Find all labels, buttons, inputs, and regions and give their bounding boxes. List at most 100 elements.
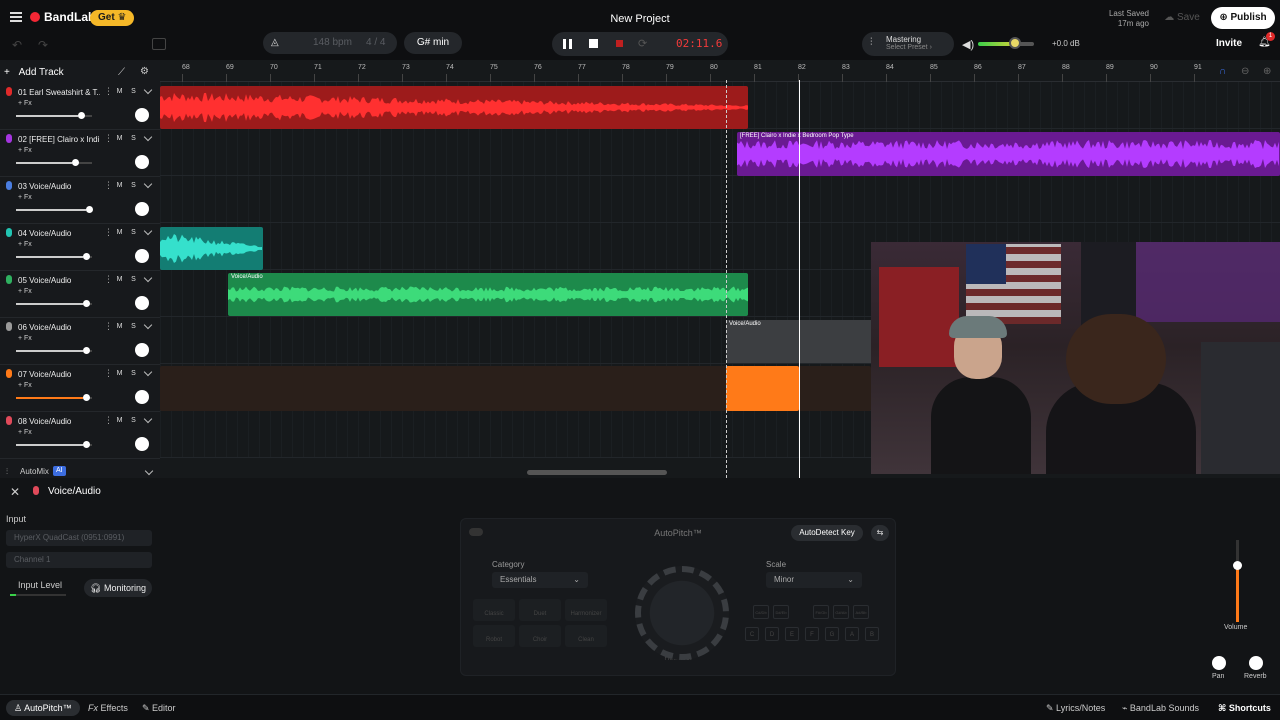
audio-clip-track6[interactable]: Voice/Audio (726, 320, 876, 363)
reverb-knob[interactable] (1249, 656, 1263, 670)
preset-button[interactable]: Harmonizer (565, 599, 607, 621)
audio-clip-track5[interactable]: Voice/Audio (228, 273, 748, 316)
master-volume-slider[interactable] (978, 42, 1034, 46)
pan-knob[interactable] (135, 155, 149, 169)
timeline-ruler[interactable]: 68 69 70 71 72 73 74 75 76 77 78 79 80 81 82 83 84 85 86 87… (160, 60, 1280, 82)
add-fx-button[interactable]: + Fx (18, 147, 32, 154)
wand-icon[interactable]: ⟋ (118, 67, 125, 78)
save-button[interactable]: ☁ Save (1157, 8, 1207, 28)
track-name[interactable]: 02 [FREE] Clairo x Indi... (18, 135, 100, 144)
chevron-down-icon[interactable] (144, 466, 154, 476)
track-header[interactable]: 08 Voice/Audio + Fx ⋮ M S (0, 412, 160, 459)
solo-button[interactable]: S (128, 415, 139, 426)
track-name[interactable]: 04 Voice/Audio (18, 229, 100, 238)
track-name[interactable]: 01 Earl Sweatshirt & T... (18, 88, 100, 97)
chevron-down-icon[interactable] (143, 85, 153, 95)
add-fx-button[interactable]: + Fx (18, 194, 32, 201)
input-device-select[interactable]: HyperX QuadCast (0951:0991) (6, 530, 152, 546)
track-name[interactable]: 03 Voice/Audio (18, 182, 100, 191)
speaker-icon[interactable]: ◀) (962, 38, 974, 51)
preset-button[interactable]: Classic (473, 599, 515, 621)
track-header[interactable]: 02 [FREE] Clairo x Indi... + Fx ⋮ M S (0, 130, 160, 177)
track-volume-knob[interactable] (83, 300, 90, 307)
track-volume-knob[interactable] (72, 159, 79, 166)
pan-knob[interactable] (1212, 656, 1226, 670)
audio-clip-track2[interactable]: [FREE] Clairo x Indie x Bedroom Pop Type (737, 132, 1280, 176)
autodetect-key-button[interactable]: AutoDetect Key (791, 525, 863, 541)
redo-icon[interactable]: ↷ (38, 38, 48, 52)
mute-button[interactable]: M (114, 274, 125, 285)
get-membership-button[interactable]: Get ♛ (90, 10, 135, 26)
chevron-down-icon[interactable] (143, 414, 153, 424)
tab-effects[interactable]: Fx Effects (80, 700, 136, 716)
tab-bandlab-sounds[interactable]: ⌁ BandLab Sounds (1114, 700, 1207, 716)
mute-button[interactable]: M (114, 415, 125, 426)
scale-key-button[interactable]: G (825, 627, 839, 641)
track-volume-knob[interactable] (83, 441, 90, 448)
track-volume-slider[interactable] (16, 444, 92, 446)
scale-key-button[interactable]: D (765, 627, 779, 641)
tab-shortcuts[interactable]: ⌘ Shortcuts (1210, 700, 1279, 716)
preset-button[interactable]: Choir (519, 625, 561, 647)
mute-button[interactable]: M (114, 227, 125, 238)
solo-button[interactable]: S (128, 274, 139, 285)
track-header[interactable]: 06 Voice/Audio + Fx ⋮ M S (0, 318, 160, 365)
mute-button[interactable]: M (114, 133, 125, 144)
tab-autopitch[interactable]: ♙ AutoPitch™ (6, 700, 80, 716)
mute-button[interactable]: M (114, 86, 125, 97)
mute-button[interactable]: M (114, 321, 125, 332)
track-header[interactable]: 05 Voice/Audio + Fx ⋮ M S (0, 271, 160, 318)
chevron-down-icon[interactable] (143, 179, 153, 189)
scale-key-button[interactable]: F#/Gb (813, 605, 829, 619)
pan-knob[interactable] (135, 437, 149, 451)
add-fx-button[interactable]: + Fx (18, 288, 32, 295)
scale-key-button[interactable]: B (865, 627, 879, 641)
scale-select[interactable]: Minor ⌄ (766, 572, 862, 588)
track-header[interactable]: 07 Voice/Audio + Fx ⋮ M S (0, 365, 160, 412)
record-icon[interactable] (613, 37, 627, 51)
solo-button[interactable]: S (128, 86, 139, 97)
scale-key-button[interactable]: F (805, 627, 819, 641)
track-volume-knob[interactable] (83, 394, 90, 401)
chevron-down-icon[interactable] (143, 367, 153, 377)
scale-key-button[interactable]: A#/Bb (853, 605, 869, 619)
mastering-preset[interactable]: ⫶ Mastering Select Preset › (862, 32, 954, 56)
chevron-down-icon[interactable] (143, 226, 153, 236)
preset-button[interactable]: Clean (565, 625, 607, 647)
mute-button[interactable]: M (114, 180, 125, 191)
track-volume-slider[interactable] (16, 303, 92, 305)
add-fx-button[interactable]: + Fx (18, 382, 32, 389)
key-selector[interactable]: G# min (404, 32, 462, 54)
track-name[interactable]: 05 Voice/Audio (18, 276, 100, 285)
track-header[interactable]: 04 Voice/Audio + Fx ⋮ M S (0, 224, 160, 271)
more-options-icon[interactable]: ⋮ (104, 133, 113, 144)
more-options-icon[interactable]: ⋮ (104, 321, 113, 332)
track-volume-knob[interactable] (86, 206, 93, 213)
scale-key-button[interactable]: C (745, 627, 759, 641)
menu-icon[interactable] (10, 12, 22, 22)
pan-knob[interactable] (135, 296, 149, 310)
track-name[interactable]: 06 Voice/Audio (18, 323, 100, 332)
pan-knob[interactable] (135, 202, 149, 216)
track-volume-slider[interactable] (16, 350, 92, 352)
scale-key-button[interactable]: E (785, 627, 799, 641)
more-options-icon[interactable]: ⋮ (104, 227, 113, 238)
track-volume-knob[interactable] (83, 253, 90, 260)
settings-icon[interactable]: ⚙︎ (140, 66, 149, 77)
preset-button[interactable]: Duet (519, 599, 561, 621)
horizontal-scrollbar[interactable] (527, 470, 667, 475)
pan-knob[interactable] (135, 249, 149, 263)
scale-key-button[interactable]: G#/Ab (833, 605, 849, 619)
track-header[interactable]: 01 Earl Sweatshirt & T... + Fx ⋮ M S (0, 83, 160, 130)
pause-icon[interactable] (561, 37, 575, 51)
track-volume-knob[interactable] (83, 347, 90, 354)
autopitch-amount-knob[interactable] (635, 566, 729, 660)
more-options-icon[interactable]: ⋮ (104, 180, 113, 191)
track-volume-slider[interactable] (16, 256, 92, 258)
more-options-icon[interactable]: ⋮ (104, 415, 113, 426)
piano-icon[interactable] (152, 38, 166, 50)
track-volume-knob[interactable] (78, 112, 85, 119)
audio-clip-track1[interactable] (160, 86, 748, 129)
invite-button[interactable]: Invite (1211, 34, 1247, 54)
track-volume-slider[interactable] (16, 162, 92, 164)
